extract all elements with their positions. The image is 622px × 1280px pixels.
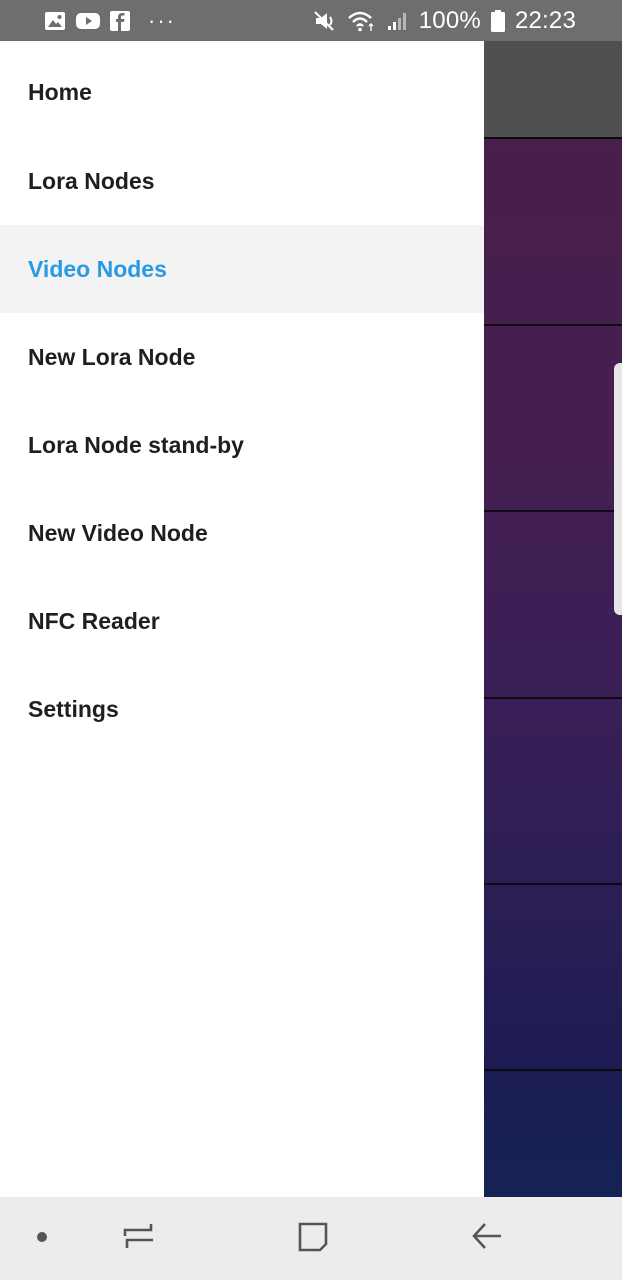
facebook-icon	[110, 10, 130, 31]
menu-item-label: Video Nodes	[28, 255, 167, 282]
dot-icon	[36, 1230, 48, 1248]
list-divider	[484, 697, 622, 699]
menu-item-new-lora-node[interactable]: New Lora Node	[0, 313, 484, 401]
back-icon	[471, 1220, 503, 1257]
list-divider	[484, 883, 622, 885]
menu-item-label: Settings	[28, 695, 119, 722]
back-button[interactable]	[456, 1197, 518, 1280]
menu-item-label: New Video Node	[28, 519, 208, 546]
navigation-drawer: Home Lora Nodes Video Nodes New Lora Nod…	[0, 41, 484, 1197]
menu-item-label: Lora Nodes	[28, 167, 155, 194]
recents-button[interactable]	[108, 1197, 170, 1280]
more-notifications-indicator: ···	[148, 7, 176, 33]
dot-button[interactable]	[22, 1197, 62, 1280]
status-bar: ··· 100% 22:23	[0, 0, 622, 41]
wifi-icon	[347, 10, 377, 32]
menu-item-home[interactable]: Home	[0, 41, 484, 137]
list-divider	[484, 324, 622, 326]
background-app	[484, 41, 622, 1197]
menu-item-nfc-reader[interactable]: NFC Reader	[0, 577, 484, 665]
home-icon	[297, 1220, 329, 1257]
clock: 22:23	[514, 6, 576, 34]
menu-item-label: NFC Reader	[28, 607, 160, 634]
menu-item-new-video-node[interactable]: New Video Node	[0, 489, 484, 577]
system-icons: 100% 22:23	[313, 7, 576, 35]
screen: ··· 100% 22:23 Home Lora Nodes Video Nod…	[0, 0, 622, 1280]
list-divider	[484, 1069, 622, 1071]
home-button[interactable]	[282, 1197, 344, 1280]
menu-item-video-nodes[interactable]: Video Nodes	[0, 225, 484, 313]
menu-item-label: New Lora Node	[28, 343, 196, 370]
mute-icon	[313, 10, 337, 32]
recents-icon	[123, 1220, 155, 1257]
battery-icon	[490, 9, 505, 32]
list-divider	[484, 137, 622, 139]
menu-item-label: Lora Node stand-by	[28, 431, 244, 458]
signal-icon	[387, 11, 409, 31]
app-toolbar	[484, 41, 622, 139]
edge-panel-handle[interactable]	[614, 363, 622, 615]
menu-item-lora-nodes[interactable]: Lora Nodes	[0, 137, 484, 225]
system-nav-bar	[0, 1197, 622, 1280]
menu-item-label: Home	[28, 78, 92, 105]
gallery-icon	[44, 11, 66, 31]
youtube-icon	[76, 12, 100, 30]
menu-item-settings[interactable]: Settings	[0, 665, 484, 753]
menu-item-lora-node-standby[interactable]: Lora Node stand-by	[0, 401, 484, 489]
notification-icons: ···	[44, 8, 176, 34]
list-divider	[484, 510, 622, 512]
battery-percent: 100%	[418, 6, 481, 34]
